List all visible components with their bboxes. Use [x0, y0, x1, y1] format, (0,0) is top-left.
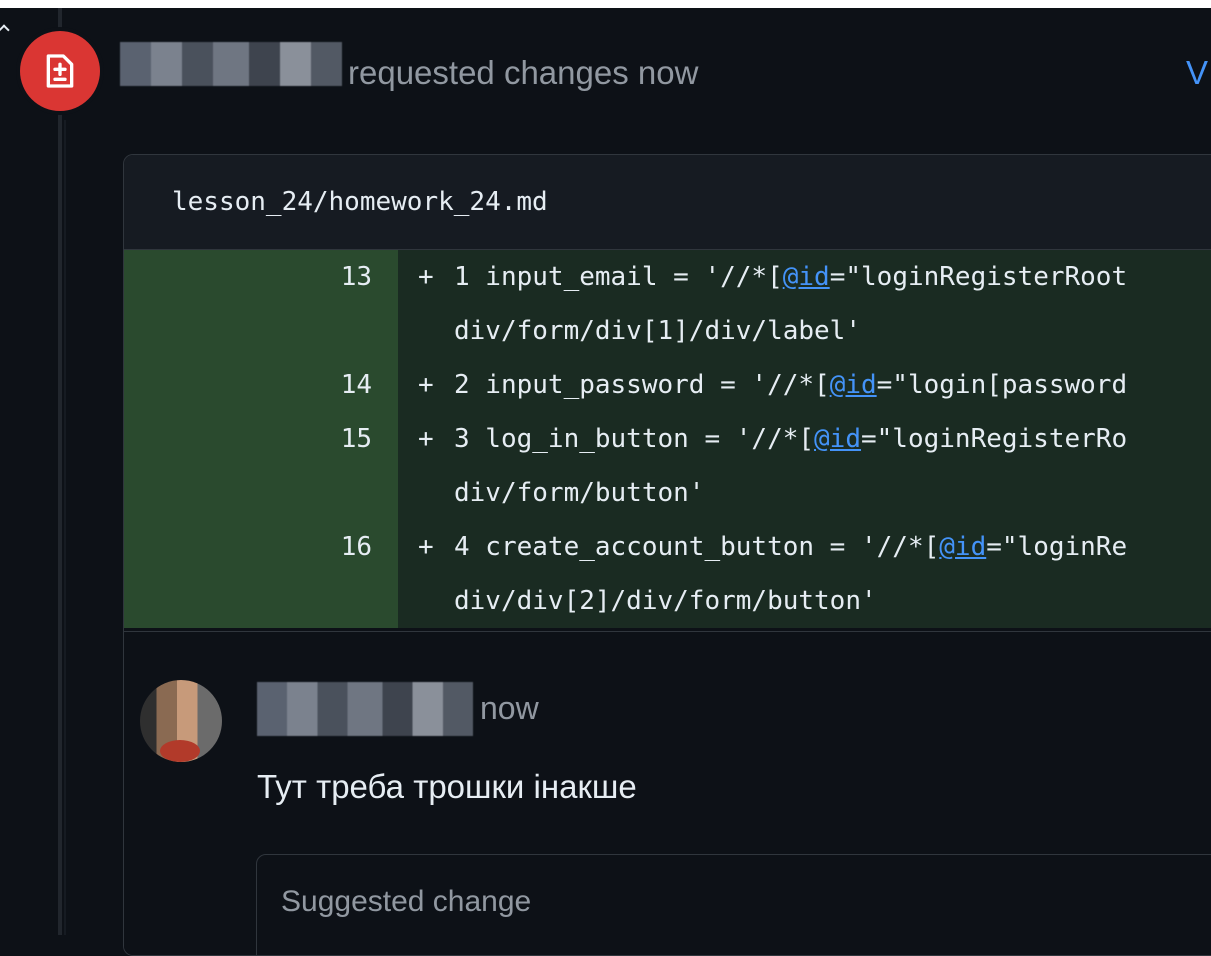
review-badge [20, 31, 100, 111]
diff-row: 16 +4 create_account_button = '//*[@id="… [124, 520, 1211, 574]
line-number[interactable]: 14 [124, 358, 398, 412]
comment-timestamp[interactable]: now [480, 690, 539, 727]
commenter-name-redacted[interactable] [257, 682, 473, 736]
diff-row-continuation: div/div[2]/div/form/button' [124, 574, 1211, 628]
file-diff-icon [46, 54, 74, 88]
diff-code: +2 input_password = '//*[@id="login[pass… [398, 358, 1211, 412]
code-text: 1 input_email = '//*[ [454, 262, 783, 292]
review-status-text: requested changes now [348, 54, 699, 91]
window-top-edge [0, 0, 1211, 8]
avatar[interactable] [140, 680, 222, 762]
line-number-empty [124, 574, 398, 628]
code-text: ="loginRegisterRo [861, 424, 1128, 454]
diff-code-continuation: div/div[2]/div/form/button' [398, 574, 1211, 628]
file-header: lesson_24/homework_24.md [124, 155, 1211, 250]
diff-code: +1 input_email = '//*[@id="loginRegister… [398, 250, 1211, 304]
code-text: 4 create_account_button = '//*[ [454, 532, 940, 562]
code-text: ="login[password [876, 370, 1128, 400]
mention-link[interactable]: @id [939, 532, 986, 562]
code-text: ="loginRe [986, 532, 1128, 562]
added-marker: + [418, 370, 434, 400]
file-path[interactable]: lesson_24/homework_24.md [172, 187, 548, 217]
resize-handle [0, 24, 10, 36]
diff-row: 15 +3 log_in_button = '//*[@id="loginReg… [124, 412, 1211, 466]
diff-code-continuation: div/form/div[1]/div/label' [398, 304, 1211, 358]
review-comment: now Тут треба трошки інакше Suggested ch… [124, 631, 1211, 955]
suggested-change-title: Suggested change [281, 885, 532, 918]
line-number[interactable]: 15 [124, 412, 398, 466]
diff-row-continuation: div/form/button' [124, 466, 1211, 520]
timeline-line [58, 8, 62, 935]
timeline-line-secondary [64, 120, 66, 935]
code-text: 3 log_in_button = '//*[ [454, 424, 815, 454]
line-number[interactable]: 16 [124, 520, 398, 574]
added-marker: + [418, 424, 434, 454]
review-file-card: lesson_24/homework_24.md 13 +1 input_ema… [123, 154, 1211, 956]
diff-row: 14 +2 input_password = '//*[@id="login[p… [124, 358, 1211, 412]
mention-link[interactable]: @id [830, 370, 877, 400]
mention-link[interactable]: @id [814, 424, 861, 454]
diff-code-continuation: div/form/button' [398, 466, 1211, 520]
diff-code: +4 create_account_button = '//*[@id="log… [398, 520, 1211, 574]
diff-row: 13 +1 input_email = '//*[@id="loginRegis… [124, 250, 1211, 304]
code-text: ="loginRegisterRoot [829, 262, 1128, 292]
code-text: 2 input_password = '//*[ [454, 370, 830, 400]
line-number[interactable]: 13 [124, 250, 398, 304]
comment-body: Тут треба трошки інакше [257, 768, 637, 805]
suggested-change-box: Suggested change [256, 854, 1211, 955]
diff-code: +3 log_in_button = '//*[@id="loginRegist… [398, 412, 1211, 466]
added-marker: + [418, 532, 434, 562]
added-marker: + [418, 262, 434, 292]
line-number-empty [124, 304, 398, 358]
mention-link[interactable]: @id [783, 262, 830, 292]
diff-row-continuation: div/form/div[1]/div/label' [124, 304, 1211, 358]
view-changes-link[interactable]: V [1186, 54, 1208, 92]
reviewer-name-redacted[interactable] [120, 42, 342, 86]
line-number-empty [124, 466, 398, 520]
diff-block: 13 +1 input_email = '//*[@id="loginRegis… [124, 250, 1211, 628]
